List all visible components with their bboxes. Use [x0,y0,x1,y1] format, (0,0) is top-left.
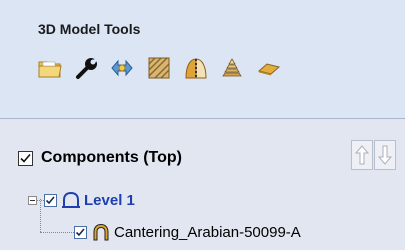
component-checkbox[interactable] [74,225,87,239]
move-up-button[interactable] [351,140,373,170]
components-toggle-checkbox[interactable] [18,150,33,166]
move-arrows-icon[interactable] [110,56,134,80]
arrow-up-icon [354,145,370,165]
split-dome-icon[interactable] [184,56,208,80]
model-tools-panel: 3D Model Tools [0,0,405,118]
tree-connector [40,231,74,233]
tree-connector [37,199,44,201]
components-title: Components (Top) [41,149,183,166]
level-arch-icon [62,191,80,208]
stacked-layers-icon[interactable] [220,56,244,80]
tree-row-level[interactable]: Level 1 [28,190,135,210]
model-tools-title: 3D Model Tools [38,21,141,37]
level-label: Level 1 [84,191,135,209]
move-down-button[interactable] [374,140,396,170]
wrench-icon[interactable] [75,56,99,80]
component-arch-icon [93,223,109,241]
components-header: Components (Top) [18,147,182,169]
open-folder-icon[interactable] [38,56,62,80]
flat-plate-icon[interactable] [257,56,281,80]
component-label: Cantering_Arabian-50099-A [114,223,301,241]
tree-row-component[interactable]: Cantering_Arabian-50099-A [40,222,301,242]
arrow-down-icon [377,145,393,165]
collapse-expander-icon[interactable] [28,195,37,205]
level-checkbox[interactable] [44,193,57,207]
texture-icon[interactable] [147,56,171,80]
